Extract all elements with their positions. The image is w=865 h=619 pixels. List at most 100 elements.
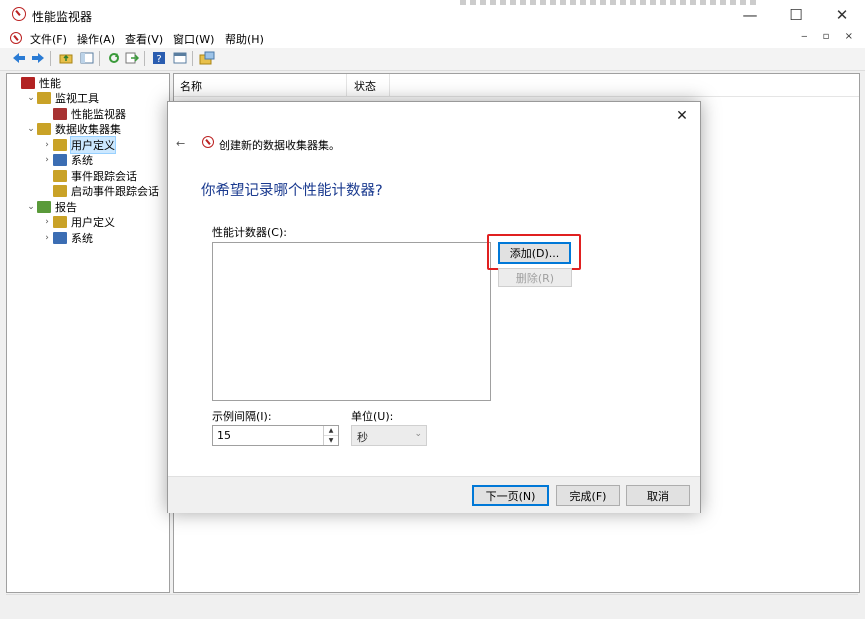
- tree-item[interactable]: ⌄ 数据收集器集: [7, 122, 169, 138]
- interval-spinner[interactable]: ▲ ▼: [323, 426, 338, 445]
- tree-item[interactable]: 启动事件跟踪会话: [7, 184, 169, 200]
- window-title: 性能监视器: [32, 10, 93, 24]
- menu-app-icon[interactable]: [10, 32, 22, 44]
- toolbar-separator: [192, 51, 193, 66]
- mdi-window-controls[interactable]: ‒ ▫ ×: [801, 31, 859, 42]
- spin-down-icon[interactable]: ▼: [324, 436, 338, 445]
- column-divider[interactable]: [346, 74, 347, 96]
- sample-interval-input[interactable]: 15 ▲ ▼: [212, 425, 339, 446]
- tree-item-label: 性能监视器: [71, 107, 126, 121]
- tree-item-label: 性能: [39, 76, 61, 90]
- forward-arrow-icon[interactable]: [29, 50, 46, 66]
- menu-file[interactable]: 文件(F): [30, 31, 67, 47]
- properties-icon[interactable]: [171, 50, 188, 66]
- toolbar-separator: [50, 51, 51, 66]
- minimize-button[interactable]: —: [727, 0, 773, 30]
- sample-interval-label: 示例间隔(I):: [212, 410, 272, 423]
- tree-item[interactable]: › 用户定义: [7, 215, 169, 231]
- tree-item[interactable]: › 系统: [7, 153, 169, 169]
- tree-node-icon: [53, 169, 67, 182]
- expand-chevron-icon[interactable]: ›: [41, 140, 53, 150]
- title-bar: 性能监视器 — ☐ ✕: [0, 0, 865, 30]
- tree-node-icon: [21, 76, 35, 89]
- tree-node-icon: [37, 92, 51, 105]
- menu-action[interactable]: 操作(A): [77, 31, 115, 47]
- expand-chevron-icon[interactable]: ⌄: [25, 93, 37, 103]
- refresh-icon[interactable]: [105, 50, 122, 66]
- tree-item[interactable]: › 系统: [7, 230, 169, 246]
- tree-item-label: 用户定义: [71, 216, 115, 230]
- expand-chevron-icon[interactable]: ⌄: [25, 124, 37, 134]
- tree-item-label: 系统: [71, 154, 93, 168]
- tree-item[interactable]: 性能: [7, 75, 169, 91]
- tree-item-label: 数据收集器集: [55, 123, 121, 137]
- toolbar-separator: [144, 51, 145, 66]
- create-data-collector-set-dialog: ✕ ← 创建新的数据收集器集。 你希望记录哪个性能计数器? 性能计数器(C): …: [167, 101, 701, 513]
- menu-bar: 文件(F) 操作(A) 查看(V) 窗口(W) 帮助(H) ‒ ▫ ×: [0, 30, 865, 48]
- tree-node-icon: [53, 107, 67, 120]
- wizard-heading: 你希望记录哪个性能计数器?: [201, 183, 383, 199]
- expand-chevron-icon[interactable]: ›: [41, 233, 53, 243]
- column-header-status[interactable]: 状态: [354, 78, 376, 94]
- spin-up-icon[interactable]: ▲: [324, 426, 338, 436]
- tree-item[interactable]: 事件跟踪会话: [7, 168, 169, 184]
- export-icon[interactable]: [123, 50, 140, 66]
- tree-node-icon: [53, 185, 67, 198]
- help-icon[interactable]: ?: [150, 50, 167, 66]
- tree-item-label: 监视工具: [55, 92, 99, 106]
- tree-node-icon: [53, 216, 67, 229]
- tree-node-icon: [53, 138, 67, 151]
- menu-view[interactable]: 查看(V): [125, 31, 163, 47]
- performance-monitor-icon: [12, 7, 26, 21]
- tree-item-label: 事件跟踪会话: [71, 169, 137, 183]
- dialog-footer: 下一页(N) 完成(F) 取消: [168, 476, 700, 513]
- list-header: 名称 状态: [174, 74, 859, 97]
- column-divider[interactable]: [389, 74, 390, 96]
- remove-counter-button: 删除(R): [498, 268, 572, 287]
- performance-counters-label: 性能计数器(C):: [212, 226, 287, 239]
- expand-chevron-icon[interactable]: ›: [41, 155, 53, 165]
- column-header-name[interactable]: 名称: [180, 78, 202, 94]
- tree-item[interactable]: ⌄ 报告: [7, 199, 169, 215]
- toolbar: ?: [0, 48, 865, 71]
- status-bar: [6, 594, 858, 613]
- tree-item[interactable]: › 用户定义: [7, 135, 169, 154]
- unit-select-value: 秒: [357, 431, 368, 444]
- tree-item-label: 系统: [71, 231, 93, 245]
- expand-chevron-icon[interactable]: ›: [41, 217, 53, 227]
- show-hide-tree-icon[interactable]: [78, 50, 95, 66]
- sample-interval-value: 15: [217, 429, 231, 442]
- tree-item[interactable]: 性能监视器: [7, 106, 169, 122]
- wizard-back-arrow-icon[interactable]: ←: [176, 137, 185, 150]
- cancel-button[interactable]: 取消: [626, 485, 690, 506]
- up-folder-icon[interactable]: [57, 50, 74, 66]
- tree-item-label: 用户定义: [70, 135, 116, 154]
- back-arrow-icon[interactable]: [10, 50, 27, 66]
- tree-node-icon: [53, 231, 67, 244]
- menu-help[interactable]: 帮助(H): [225, 31, 264, 47]
- highlight-annotation: [487, 234, 581, 270]
- tree-node-icon: [37, 200, 51, 213]
- tree-item-label: 报告: [55, 200, 77, 214]
- tree-item-label: 启动事件跟踪会话: [71, 185, 159, 199]
- navigation-tree: 性能 ⌄ 监视工具 性能监视器 ⌄ 数据收集器集 › 用户定义 › 系统 事件跟踪会话 启动事件跟踪会…: [6, 73, 170, 593]
- dialog-close-button[interactable]: ✕: [672, 108, 692, 124]
- menu-window[interactable]: 窗口(W): [173, 31, 214, 47]
- maximize-button[interactable]: ☐: [773, 0, 819, 30]
- background-window-fragment: [460, 0, 760, 5]
- dialog-title: 创建新的数据收集器集。: [219, 139, 340, 152]
- next-button[interactable]: 下一页(N): [472, 485, 549, 506]
- wizard-performance-icon: [202, 136, 214, 148]
- unit-label: 单位(U):: [351, 410, 394, 423]
- close-window-button[interactable]: ✕: [819, 0, 865, 30]
- performance-counters-list[interactable]: [212, 242, 491, 401]
- new-window-icon[interactable]: [198, 50, 215, 66]
- expand-chevron-icon[interactable]: ⌄: [25, 202, 37, 212]
- svg-text:?: ?: [156, 54, 161, 65]
- chevron-down-icon: ⌄: [414, 429, 422, 439]
- finish-button[interactable]: 完成(F): [556, 485, 620, 506]
- tree-item[interactable]: ⌄ 监视工具: [7, 91, 169, 107]
- toolbar-separator: [99, 51, 100, 66]
- unit-select: 秒 ⌄: [351, 425, 427, 446]
- tree-node-icon: [37, 123, 51, 136]
